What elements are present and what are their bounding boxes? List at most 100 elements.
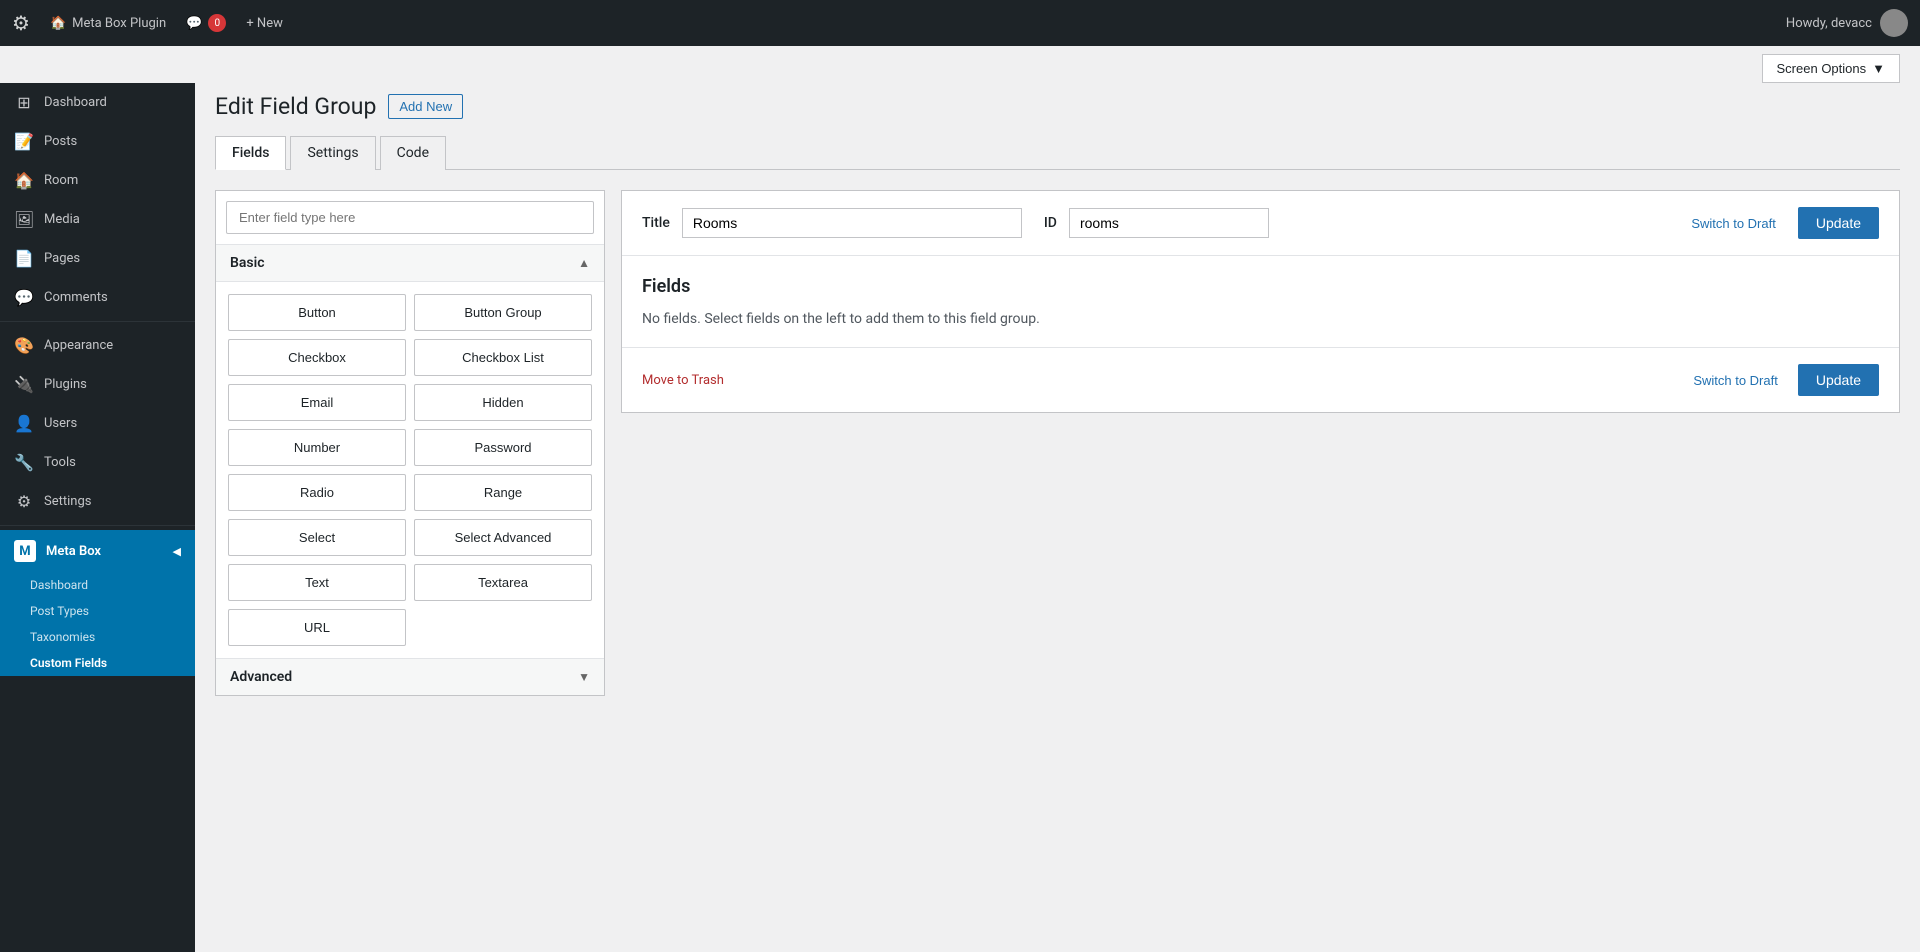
sidebar-item-settings[interactable]: ⚙ Settings [0, 482, 195, 521]
field-type-hidden[interactable]: Hidden [414, 384, 592, 421]
field-search-input[interactable] [226, 201, 594, 234]
pages-icon: 📄 [14, 249, 34, 268]
field-type-select-advanced[interactable]: Select Advanced [414, 519, 592, 556]
submenu-label-taxonomies: Taxonomies [30, 630, 95, 644]
basic-group-header[interactable]: Basic ▲ [216, 245, 604, 282]
no-fields-text: No fields. Select fields on the left to … [642, 311, 1879, 327]
id-label: ID [1044, 215, 1057, 231]
update-button-top[interactable]: Update [1798, 207, 1879, 239]
adminbar-new[interactable]: + New [246, 16, 283, 31]
sidebar-item-plugins[interactable]: 🔌 Plugins [0, 365, 195, 404]
sidebar-item-media[interactable]: 🖼 Media [0, 200, 195, 239]
action-right: Switch to Draft Update [1683, 364, 1879, 396]
admin-menu: ⊞ Dashboard 📝 Posts 🏠 Room 🖼 Media 📄 Pag… [0, 83, 195, 952]
sidebar-item-users[interactable]: 👤 Users [0, 404, 195, 443]
tab-code[interactable]: Code [380, 136, 446, 170]
field-group-basic: Basic ▲ Button Button Group Checkbox [216, 245, 604, 659]
wp-wrap: ⊞ Dashboard 📝 Posts 🏠 Room 🖼 Media 📄 Pag… [0, 83, 1920, 952]
user-avatar[interactable] [1880, 9, 1908, 37]
comments-icon: 💬 [14, 288, 34, 307]
media-icon: 🖼 [14, 210, 34, 229]
advanced-group-header[interactable]: Advanced ▼ [216, 659, 604, 695]
tab-bar: Fields Settings Code [215, 136, 1900, 170]
menu-separator-2 [0, 525, 195, 526]
add-new-button[interactable]: Add New [388, 94, 463, 119]
submenu-label-custom-fields: Custom Fields [30, 656, 107, 670]
screen-options-button[interactable]: Screen Options ▼ [1762, 54, 1900, 83]
tab-settings[interactable]: Settings [290, 136, 375, 170]
page-header: Edit Field Group Add New [215, 93, 1900, 120]
switch-to-draft-button-top[interactable]: Switch to Draft [1681, 210, 1786, 237]
sidebar-item-tools[interactable]: 🔧 Tools [0, 443, 195, 482]
sidebar-label-appearance: Appearance [44, 338, 113, 353]
room-icon: 🏠 [14, 171, 34, 190]
wp-logo-icon[interactable]: ⚙ [12, 11, 30, 35]
basic-toggle-icon: ▲ [578, 256, 590, 270]
sidebar-label-users: Users [44, 416, 77, 431]
advanced-group-label: Advanced [230, 669, 292, 685]
adminbar-site-name[interactable]: 🏠 Meta Box Plugin [50, 16, 166, 31]
submenu-item-taxonomies[interactable]: Taxonomies [0, 624, 195, 650]
edit-panel: Title ID Switch to Draft Update Fields N… [621, 190, 1900, 413]
users-icon: 👤 [14, 414, 34, 433]
field-type-button[interactable]: Button [228, 294, 406, 331]
field-type-password[interactable]: Password [414, 429, 592, 466]
sidebar-item-room[interactable]: 🏠 Room [0, 161, 195, 200]
comment-icon: 💬 [186, 16, 202, 31]
field-type-url[interactable]: URL [228, 609, 406, 646]
field-type-radio[interactable]: Radio [228, 474, 406, 511]
fields-section: Fields No fields. Select fields on the l… [622, 256, 1899, 347]
sidebar-label-settings: Settings [44, 494, 91, 509]
basic-field-grid: Button Button Group Checkbox Checkbox Li… [216, 282, 604, 658]
update-button-bottom[interactable]: Update [1798, 364, 1879, 396]
chevron-down-icon: ▼ [1872, 61, 1885, 76]
switch-to-draft-button-bottom[interactable]: Switch to Draft [1683, 367, 1788, 394]
sidebar-item-appearance[interactable]: 🎨 Appearance [0, 326, 195, 365]
sidebar-label-pages: Pages [44, 251, 80, 266]
submenu-label-dashboard: Dashboard [30, 578, 88, 592]
sidebar-item-comments[interactable]: 💬 Comments [0, 278, 195, 317]
site-icon: 🏠 [50, 16, 66, 31]
submenu-item-dashboard[interactable]: Dashboard [0, 572, 195, 598]
field-type-checkbox[interactable]: Checkbox [228, 339, 406, 376]
submenu-item-custom-fields[interactable]: Custom Fields [0, 650, 195, 676]
submenu-item-post-types[interactable]: Post Types [0, 598, 195, 624]
page-body: Edit Field Group Add New Fields Settings… [195, 83, 1920, 716]
field-type-email[interactable]: Email [228, 384, 406, 421]
submenu-label-post-types: Post Types [30, 604, 89, 618]
plugins-icon: 🔌 [14, 375, 34, 394]
sidebar-label-tools: Tools [44, 455, 76, 470]
sidebar-item-posts[interactable]: 📝 Posts [0, 122, 195, 161]
screen-options-wrap: Screen Options ▼ [0, 46, 1920, 83]
field-type-number[interactable]: Number [228, 429, 406, 466]
basic-group-label: Basic [230, 255, 265, 271]
field-type-text[interactable]: Text [228, 564, 406, 601]
field-search-wrap [216, 191, 604, 245]
id-input[interactable] [1069, 208, 1269, 238]
field-type-range[interactable]: Range [414, 474, 592, 511]
advanced-toggle-icon: ▼ [578, 670, 590, 684]
metabox-label: Meta Box [46, 544, 101, 559]
tab-fields[interactable]: Fields [215, 136, 286, 170]
howdy-text: Howdy, devacc [1786, 16, 1872, 31]
admin-bar: ⚙ 🏠 Meta Box Plugin 💬 0 + New Howdy, dev… [0, 0, 1920, 46]
sidebar-label-dashboard: Dashboard [44, 95, 107, 110]
sidebar-label-comments: Comments [44, 290, 108, 305]
title-input[interactable] [682, 208, 1022, 238]
dashboard-icon: ⊞ [14, 93, 34, 112]
content-area: Basic ▲ Button Button Group Checkbox [215, 190, 1900, 696]
title-row: Title ID Switch to Draft Update [622, 191, 1899, 256]
sidebar-label-media: Media [44, 212, 80, 227]
menu-separator-1 [0, 321, 195, 322]
comment-count: 0 [208, 14, 226, 32]
field-type-button-group[interactable]: Button Group [414, 294, 592, 331]
sidebar-item-pages[interactable]: 📄 Pages [0, 239, 195, 278]
appearance-icon: 🎨 [14, 336, 34, 355]
sidebar-item-dashboard[interactable]: ⊞ Dashboard [0, 83, 195, 122]
field-type-select[interactable]: Select [228, 519, 406, 556]
sidebar-item-metabox[interactable]: M Meta Box ◀ [0, 530, 195, 572]
move-to-trash-link[interactable]: Move to Trash [642, 373, 724, 388]
adminbar-comments[interactable]: 💬 0 [186, 14, 226, 32]
field-type-textarea[interactable]: Textarea [414, 564, 592, 601]
field-type-checkbox-list[interactable]: Checkbox List [414, 339, 592, 376]
